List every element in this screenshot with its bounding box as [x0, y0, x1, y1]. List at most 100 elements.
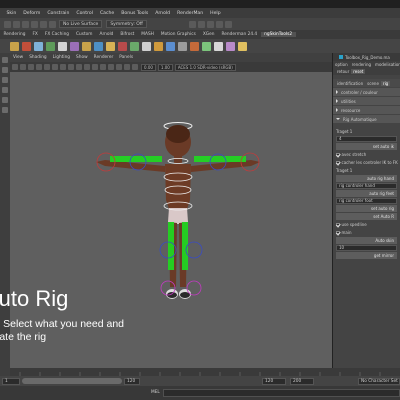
shelf-tab-custom[interactable]: Custom — [73, 32, 96, 37]
gamma-field[interactable]: 1.00 — [157, 63, 173, 71]
shelf-tab-rendering[interactable]: Rendering — [0, 32, 29, 37]
xray-icon[interactable] — [132, 64, 138, 70]
viewport-menu-renderer[interactable]: Renderer — [91, 55, 117, 60]
set-auto-ik-button[interactable]: set auto ik — [336, 143, 397, 150]
menu-arnold[interactable]: Arnold — [152, 11, 174, 16]
viewport-menu-shading[interactable]: Shading — [26, 55, 49, 60]
shelf-tool-icon[interactable] — [190, 41, 199, 51]
shelf-tool-icon[interactable] — [166, 41, 175, 51]
check-row[interactable]: avec stretch — [333, 151, 400, 158]
left-arm-fk-control[interactable] — [110, 156, 162, 162]
menu-help[interactable]: Help — [207, 11, 224, 16]
textured-icon[interactable] — [92, 64, 98, 70]
isolate-icon[interactable] — [124, 64, 130, 70]
set-auto-rig-button[interactable]: set auto rig — [336, 205, 397, 212]
lasso-tool-icon[interactable] — [2, 67, 8, 73]
shelf-tool-icon[interactable] — [178, 41, 187, 51]
snap-curve-icon[interactable] — [13, 20, 20, 28]
checkbox[interactable] — [336, 160, 340, 165]
get-mirror-button[interactable]: get mirror — [336, 252, 397, 259]
checkbox[interactable] — [336, 230, 340, 235]
auto-rig-hand-button[interactable]: auto rig hand — [336, 175, 397, 182]
shelf-tool-icon[interactable] — [130, 41, 139, 51]
right-knee-control[interactable] — [185, 241, 203, 259]
section-controler-couleur[interactable]: controler / couleur — [333, 88, 400, 96]
ao-icon[interactable] — [116, 64, 122, 70]
snap-surface-icon[interactable] — [31, 20, 38, 28]
menu-cache[interactable]: Cache — [96, 11, 117, 16]
set-auto-r-button[interactable]: set Auto R — [336, 213, 397, 220]
color-space-dropdown[interactable]: ACES 1.0 SDR-video (sRGB) — [174, 63, 236, 71]
shelf-tool-icon[interactable] — [118, 41, 127, 51]
tab-scene[interactable]: scene — [365, 81, 381, 86]
bookmark-icon[interactable] — [28, 64, 34, 70]
check-row[interactable]: main — [333, 229, 400, 236]
anim-end-field[interactable]: 200 — [290, 377, 314, 385]
film-gate-icon[interactable] — [52, 64, 58, 70]
gate-mask-icon[interactable] — [68, 64, 74, 70]
panel-menu-modelisation[interactable]: modelisation — [373, 62, 400, 67]
viewport-menu-panels[interactable]: Panels — [116, 55, 136, 60]
viewport-menu-lighting[interactable]: Lighting — [50, 55, 73, 60]
shelf-tool-icon[interactable] — [10, 41, 19, 51]
shadows-icon[interactable] — [108, 64, 114, 70]
right-arm-fk-control[interactable] — [194, 156, 246, 162]
time-slider[interactable] — [10, 368, 400, 376]
left-leg-fk-control[interactable] — [168, 222, 174, 270]
magnet-icon[interactable] — [49, 20, 56, 28]
camera-attributes-icon[interactable] — [20, 64, 26, 70]
shelf-tool-icon[interactable] — [94, 41, 103, 51]
menu-renderman[interactable]: RenderMan — [174, 11, 207, 16]
shelf-tool-icon[interactable] — [22, 41, 31, 51]
mel-label[interactable]: MEL — [151, 390, 160, 395]
hypershade-icon[interactable] — [215, 20, 223, 28]
smooth-shade-icon[interactable] — [84, 64, 90, 70]
auto-skin-button[interactable]: Auto skin — [336, 237, 397, 244]
menu-deform[interactable]: Deform — [20, 11, 44, 16]
light-editor-icon[interactable] — [224, 20, 232, 28]
lights-icon[interactable] — [100, 64, 106, 70]
select-tool-icon[interactable] — [2, 57, 8, 63]
shelf-tab-xgen[interactable]: XGen — [199, 32, 218, 37]
shelf-tool-icon[interactable] — [34, 41, 43, 51]
menu-bonus-tools[interactable]: Bonus Tools — [118, 11, 152, 16]
shelf-tab-motion-graphics[interactable]: Motion Graphics — [157, 32, 199, 37]
shelf-tool-icon[interactable] — [142, 41, 151, 51]
mel-command-input[interactable] — [163, 389, 400, 397]
reset-button[interactable]: reset — [351, 69, 366, 74]
auto-rig-feet-button[interactable]: auto rig feet — [336, 190, 397, 197]
snap-point-icon[interactable] — [22, 20, 29, 28]
checkbox[interactable] — [336, 222, 340, 227]
shelf-tab-arnold[interactable]: Arnold — [96, 32, 117, 37]
auto-rig-value-field[interactable]: 10 — [336, 245, 397, 251]
image-plane-icon[interactable] — [36, 64, 42, 70]
check-row[interactable]: cacher les controler IK to FK — [333, 159, 400, 166]
rig-controler-hand-field[interactable]: rig controler hand — [336, 183, 397, 189]
section-rig-automatique[interactable]: Rig Automatique — [333, 115, 400, 123]
right-foot-control[interactable] — [186, 280, 202, 296]
range-slider[interactable] — [22, 378, 122, 384]
check-row[interactable]: use spedline — [333, 221, 400, 228]
exposure-field[interactable]: 0.00 — [141, 63, 156, 71]
shelf-tool-icon[interactable] — [106, 41, 115, 51]
viewport-menu-show[interactable]: Show — [73, 55, 91, 60]
camera-icon[interactable] — [12, 64, 18, 70]
shelf-tool-icon[interactable] — [214, 41, 223, 51]
shelf-tool-icon[interactable] — [154, 41, 163, 51]
checkbox[interactable] — [336, 152, 340, 157]
section-utilities[interactable]: utilities — [333, 97, 400, 105]
shelf-tool-icon[interactable] — [58, 41, 67, 51]
range-end-field[interactable]: 120 — [262, 377, 286, 385]
start-frame-field[interactable]: 1 — [2, 377, 20, 385]
tab-identification[interactable]: identification — [335, 81, 365, 86]
symmetry-dropdown[interactable]: Symmetry: Off — [106, 20, 147, 28]
render-settings-icon[interactable] — [206, 20, 214, 28]
range-start-field[interactable]: 120 — [124, 377, 140, 385]
paint-select-icon[interactable] — [2, 77, 8, 83]
snap-grid-icon[interactable] — [4, 20, 11, 28]
shelf-tab-bifrost[interactable]: Bifrost — [117, 32, 138, 37]
snap-view-icon[interactable] — [40, 20, 47, 28]
menu-control[interactable]: Control — [73, 11, 97, 16]
panel-menu-rendering[interactable]: rendering — [350, 62, 373, 67]
render-icon[interactable] — [188, 20, 196, 28]
